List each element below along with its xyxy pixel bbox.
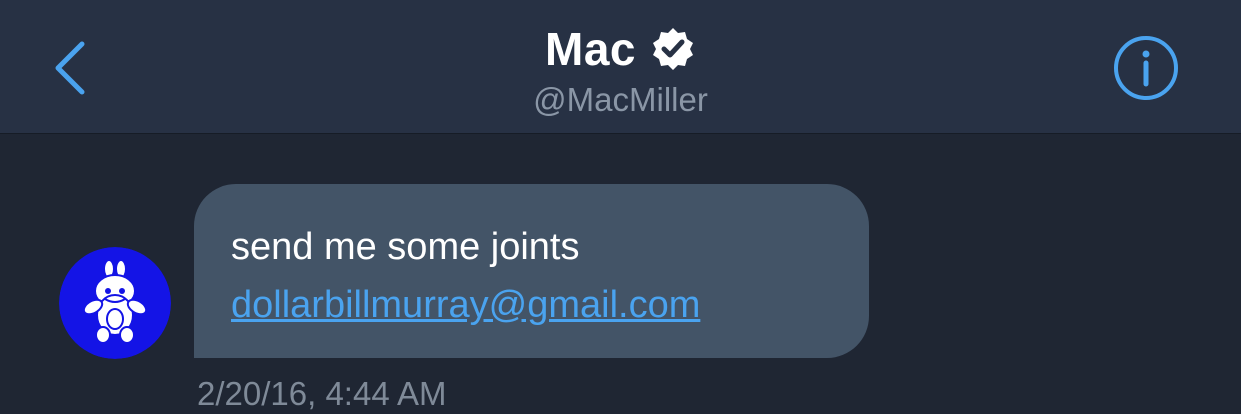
conversation-header: Mac @MacMiller (0, 0, 1241, 134)
message-timestamp: 2/20/16, 4:44 AM (197, 375, 447, 412)
avatar-illustration (59, 247, 171, 359)
contact-handle: @MacMiller (533, 81, 708, 118)
email-link[interactable]: dollarbillmurray@gmail.com (231, 276, 833, 334)
info-button[interactable] (1113, 35, 1179, 101)
contact-name: Mac (545, 23, 636, 75)
avatar[interactable] (59, 247, 171, 359)
message-bubble: send me some joints dollarbillmurray@gma… (194, 184, 869, 358)
info-circle-icon (1114, 36, 1178, 100)
title-block: Mac @MacMiller (0, 22, 1241, 120)
message-text: send me some joints (231, 226, 580, 268)
verified-badge-icon (652, 28, 693, 70)
